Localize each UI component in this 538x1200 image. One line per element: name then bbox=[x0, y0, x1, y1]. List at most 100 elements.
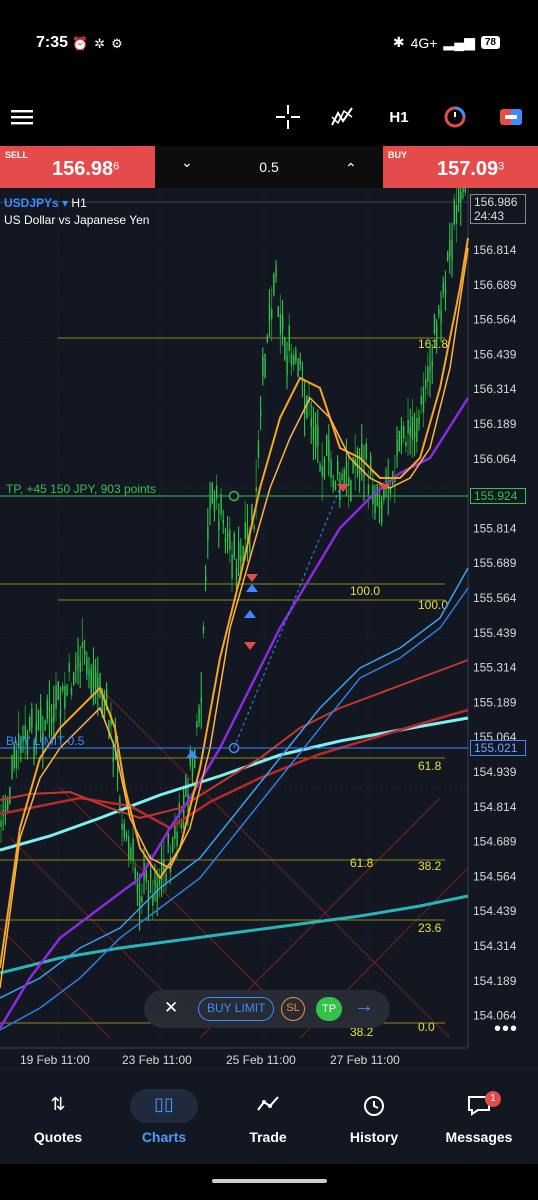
one-click-trading-icon[interactable] bbox=[441, 102, 469, 132]
crosshair-icon[interactable] bbox=[274, 102, 302, 132]
candle-body bbox=[220, 494, 222, 515]
price-chart[interactable]: 161.8 100.0 100.0 61.8 61.8 38.2 23.6 38… bbox=[0, 188, 538, 1068]
price-axis-label: 155.564 bbox=[473, 591, 517, 605]
messages-icon bbox=[425, 1094, 533, 1121]
candle-body bbox=[112, 756, 114, 762]
candle-body bbox=[128, 836, 130, 861]
time-axis-label: 19 Feb 11:00 bbox=[20, 1053, 90, 1067]
buy-label: BUY bbox=[388, 150, 408, 160]
symbol-header[interactable]: USDJPYs ▾ H1 bbox=[4, 196, 87, 210]
buy-limit-line-label[interactable]: BUY LIMIT 0.5 bbox=[6, 734, 85, 748]
candle-body bbox=[275, 266, 277, 277]
candle-body bbox=[286, 355, 288, 375]
candle-body bbox=[306, 395, 308, 420]
candle-body bbox=[255, 487, 257, 492]
stop-loss-button[interactable]: SL bbox=[281, 997, 305, 1021]
candle-body bbox=[425, 379, 427, 389]
close-icon[interactable]: ✕ bbox=[164, 998, 178, 1018]
candle-body bbox=[141, 896, 143, 903]
candle-body bbox=[150, 870, 152, 878]
candle-body bbox=[70, 687, 73, 695]
menu-icon[interactable] bbox=[8, 102, 36, 132]
candle-body bbox=[253, 525, 255, 530]
candle-body bbox=[438, 308, 440, 315]
price-axis-label: 154.189 bbox=[473, 974, 517, 988]
price-axis-label: 154.439 bbox=[473, 904, 517, 918]
candle-body bbox=[433, 314, 436, 334]
home-indicator[interactable] bbox=[212, 1179, 327, 1183]
price-axis-label: 154.939 bbox=[473, 765, 517, 779]
lot-increase-icon[interactable]: ⌃ bbox=[345, 160, 357, 177]
candle-body bbox=[378, 501, 381, 509]
buy-button[interactable]: BUY 157.093 bbox=[383, 146, 538, 188]
candle-body bbox=[227, 532, 229, 537]
candle-body bbox=[55, 685, 57, 709]
ma-blue bbox=[0, 587, 469, 1031]
candle-body bbox=[84, 650, 86, 655]
time-axis-label: 25 Feb 11:00 bbox=[226, 1053, 296, 1067]
nav-quotes[interactable]: ⇅ Quotes bbox=[4, 1069, 112, 1165]
buy-limit-button[interactable]: BUY LIMIT bbox=[198, 997, 275, 1021]
nav-messages[interactable]: 1 Messages bbox=[425, 1069, 533, 1165]
sell-marker bbox=[246, 574, 258, 582]
candle-body bbox=[407, 420, 409, 434]
candle-body bbox=[458, 188, 460, 204]
candle-body bbox=[418, 417, 420, 424]
chart-canvas[interactable]: 161.8 100.0 100.0 61.8 61.8 38.2 23.6 38… bbox=[0, 188, 538, 1068]
candle-body bbox=[216, 485, 218, 499]
candle-body bbox=[444, 287, 447, 295]
fib-label: 100.0 bbox=[350, 584, 380, 598]
candle-body bbox=[218, 521, 220, 530]
tp-handle[interactable] bbox=[228, 490, 240, 502]
take-profit-button[interactable]: TP bbox=[316, 997, 342, 1021]
ma-red-slow bbox=[0, 708, 469, 830]
tp-line-label[interactable]: TP, +45 150 JPY, 903 points bbox=[6, 482, 156, 496]
status-bar: 7:35 ⏰ ✲ ⚙ ✱ 4G+ ▂▄▆ 78 bbox=[0, 0, 538, 90]
symbol-timeframe: H1 bbox=[71, 196, 87, 210]
trade-panel-icon[interactable] bbox=[497, 102, 525, 132]
fib-label: 61.8 bbox=[350, 856, 374, 870]
candle-body bbox=[139, 895, 141, 909]
candle-body bbox=[209, 497, 211, 510]
alarm-icon: ⏰ bbox=[72, 36, 89, 51]
candle-body bbox=[123, 823, 125, 837]
candle-body bbox=[436, 323, 438, 349]
price-axis-label: 156.689 bbox=[473, 278, 517, 292]
indicators-icon[interactable] bbox=[328, 102, 356, 132]
price-axis-label: 154.564 bbox=[473, 869, 517, 883]
candle-body bbox=[260, 409, 262, 416]
current-price: 156.986 bbox=[474, 195, 518, 209]
candle-body bbox=[376, 483, 378, 507]
candle-body bbox=[268, 304, 271, 322]
price-axis-label: 156.439 bbox=[473, 347, 517, 361]
candle-body bbox=[121, 823, 123, 830]
candlesticks bbox=[0, 188, 466, 931]
candle-body bbox=[350, 479, 352, 502]
candle-body bbox=[167, 833, 169, 846]
candle-body bbox=[99, 672, 101, 699]
candle-body bbox=[57, 680, 59, 701]
symbol-name[interactable]: USDJPYs bbox=[4, 196, 59, 210]
candle-body bbox=[453, 199, 455, 225]
fib-label: 61.8 bbox=[418, 759, 442, 773]
candle-body bbox=[334, 481, 337, 490]
timeframe-button[interactable]: H1 bbox=[384, 102, 414, 132]
candle-body bbox=[277, 306, 279, 318]
buy-marker bbox=[244, 610, 256, 618]
sell-button[interactable]: SELL 156.986 bbox=[0, 146, 155, 188]
candle-body bbox=[145, 870, 147, 882]
candle-body bbox=[172, 837, 174, 853]
arrow-right-icon[interactable]: → bbox=[354, 995, 374, 1018]
nav-charts[interactable]: ▯▯ Charts bbox=[110, 1069, 218, 1165]
candle-body bbox=[396, 439, 398, 456]
candle-body bbox=[352, 456, 354, 474]
more-options-icon[interactable]: ••• bbox=[494, 1018, 518, 1041]
candle-body bbox=[31, 708, 33, 728]
nav-trade[interactable]: Trade bbox=[214, 1069, 322, 1165]
candle-body bbox=[75, 665, 77, 670]
candle-body bbox=[106, 689, 108, 704]
sell-label: SELL bbox=[5, 150, 29, 160]
candle-body bbox=[266, 335, 268, 343]
symbol-dropdown-icon[interactable]: ▾ bbox=[62, 196, 68, 210]
nav-history[interactable]: History bbox=[320, 1069, 428, 1165]
